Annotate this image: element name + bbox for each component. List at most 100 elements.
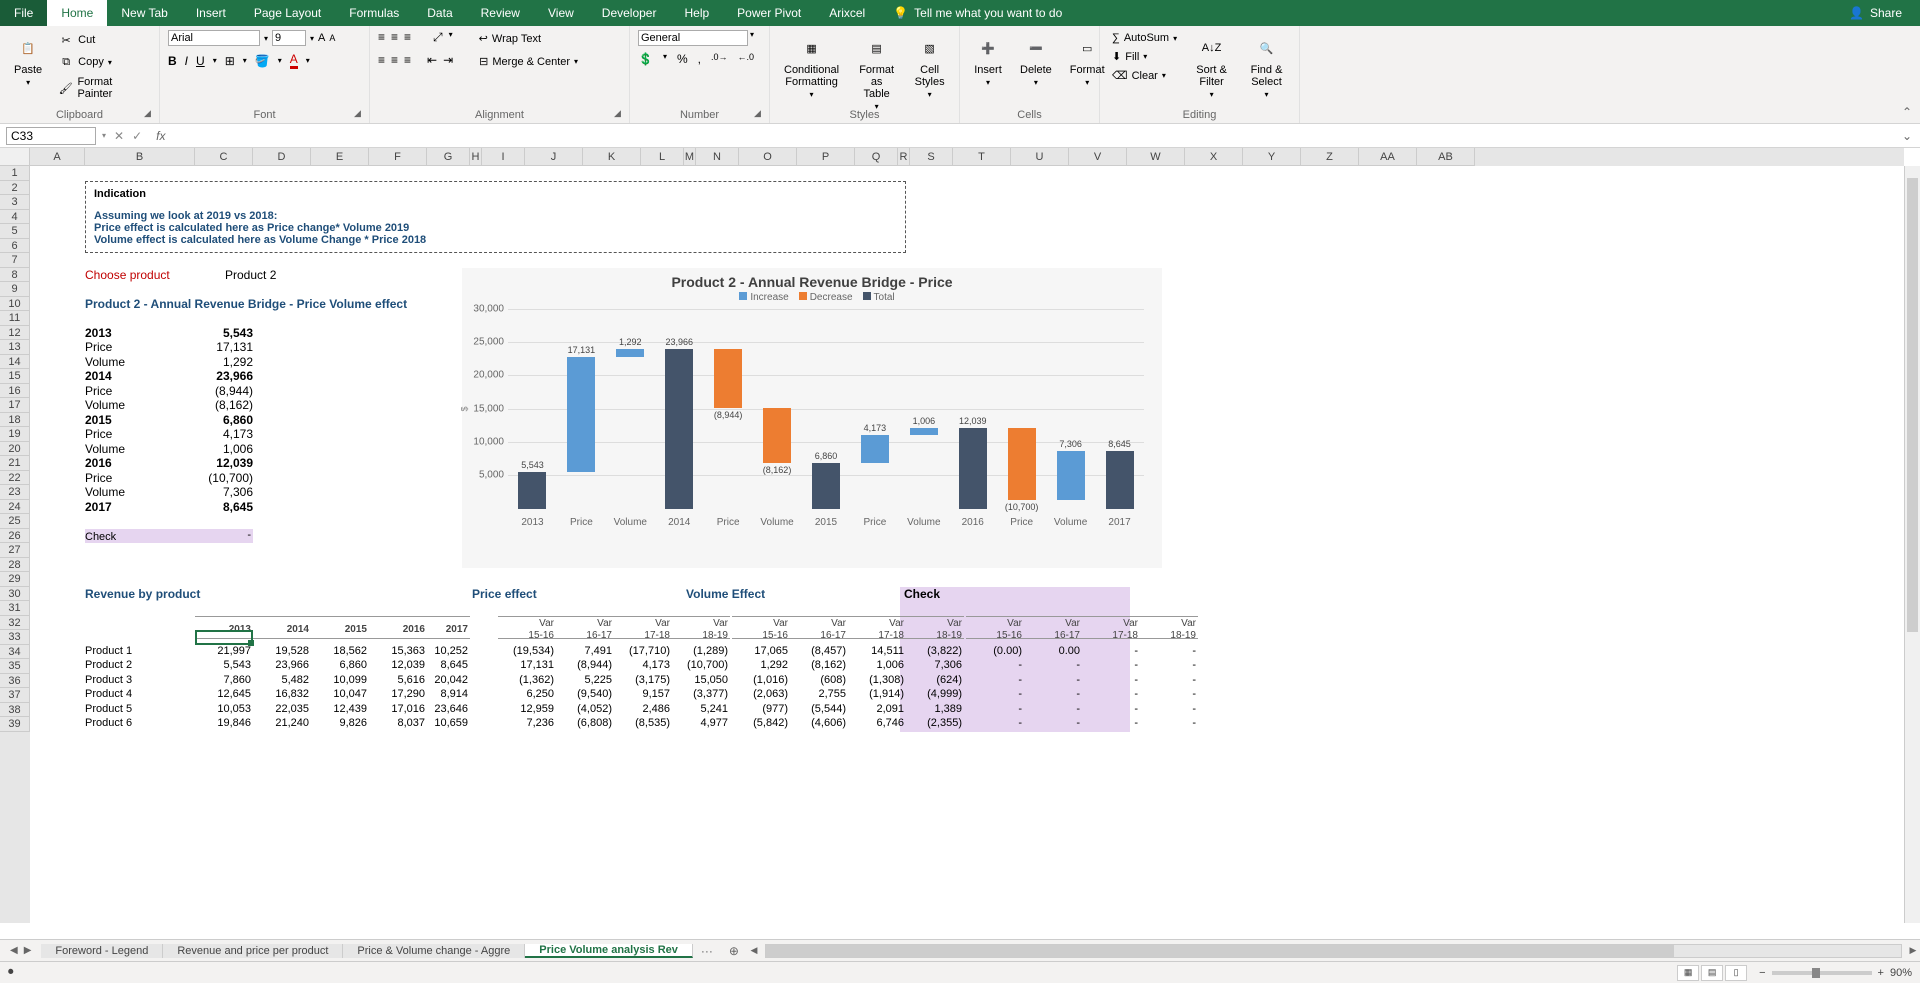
col-header-M[interactable]: M — [684, 148, 696, 166]
row-header-31[interactable]: 31 — [0, 601, 30, 616]
col-header-AA[interactable]: AA — [1359, 148, 1417, 166]
cell-styles-button[interactable]: ▧Cell Styles▾ — [908, 30, 951, 103]
chevron-down-icon[interactable]: ▾ — [750, 30, 754, 46]
row-header-8[interactable]: 8 — [0, 268, 30, 283]
scroll-thumb[interactable] — [1907, 178, 1918, 632]
format-painter-button[interactable]: 🖌Format Painter — [54, 74, 151, 102]
row-header-14[interactable]: 14 — [0, 355, 30, 370]
col-header-R[interactable]: R — [898, 148, 910, 166]
wrap-text-button[interactable]: ↩Wrap Text — [475, 30, 545, 47]
delete-cells-button[interactable]: ➖Delete▾ — [1014, 30, 1058, 91]
tell-me[interactable]: 💡 Tell me what you want to do — [879, 0, 1076, 26]
col-header-Z[interactable]: Z — [1301, 148, 1359, 166]
col-header-D[interactable]: D — [253, 148, 311, 166]
font-color-button[interactable]: A — [290, 52, 298, 69]
align-right-icon[interactable]: ≡ — [404, 53, 411, 70]
fill-button[interactable]: ⬇Fill ▾ — [1108, 48, 1181, 65]
page-layout-view-button[interactable]: ▤ — [1701, 965, 1723, 981]
fx-icon[interactable]: fx — [150, 129, 171, 143]
row-header-21[interactable]: 21 — [0, 456, 30, 471]
sheet-tab[interactable]: Revenue and price per product — [163, 944, 343, 958]
col-header-C[interactable]: C — [195, 148, 253, 166]
bold-button[interactable]: B — [168, 54, 177, 68]
row-header-23[interactable]: 23 — [0, 485, 30, 500]
merge-center-button[interactable]: ⊟Merge & Center ▾ — [475, 53, 582, 70]
font-size-combo[interactable] — [272, 30, 306, 46]
row-header-20[interactable]: 20 — [0, 442, 30, 457]
menu-view[interactable]: View — [534, 0, 588, 26]
zoom-level[interactable]: 90% — [1890, 967, 1912, 979]
insert-cells-button[interactable]: ➕Insert▾ — [968, 30, 1008, 91]
col-header-T[interactable]: T — [953, 148, 1011, 166]
hscroll-right-icon[interactable]: ▶ — [1906, 945, 1920, 956]
col-header-G[interactable]: G — [427, 148, 470, 166]
zoom-slider[interactable] — [1772, 971, 1872, 975]
chevron-down-icon[interactable]: ▾ — [306, 56, 310, 65]
percent-icon[interactable]: % — [677, 52, 688, 66]
tab-prev-icon[interactable]: ◀ — [10, 945, 18, 956]
menu-new-tab[interactable]: New Tab — [107, 0, 181, 26]
sheet-tab[interactable]: Price Volume analysis Rev — [525, 944, 693, 958]
menu-developer[interactable]: Developer — [588, 0, 671, 26]
hscroll-left-icon[interactable]: ◀ — [747, 945, 761, 956]
menu-insert[interactable]: Insert — [182, 0, 240, 26]
col-header-W[interactable]: W — [1127, 148, 1185, 166]
sheet-more-button[interactable]: ··· — [693, 944, 721, 958]
select-all-corner[interactable] — [0, 148, 30, 166]
row-header-2[interactable]: 2 — [0, 181, 30, 196]
menu-page-layout[interactable]: Page Layout — [240, 0, 335, 26]
row-header-38[interactable]: 38 — [0, 703, 30, 718]
new-sheet-button[interactable]: ⊕ — [721, 944, 747, 958]
menu-home[interactable]: Home — [47, 0, 107, 26]
zoom-in-button[interactable]: + — [1878, 967, 1884, 979]
accounting-format-icon[interactable]: 💲 — [638, 52, 653, 66]
column-headers[interactable]: ABCDEFGHIJKLMNOPQRSTUVWXYZAAAB — [30, 148, 1904, 166]
col-header-U[interactable]: U — [1011, 148, 1069, 166]
autosum-button[interactable]: ∑AutoSum ▾ — [1108, 30, 1181, 46]
menu-data[interactable]: Data — [413, 0, 466, 26]
col-header-Q[interactable]: Q — [855, 148, 898, 166]
dialog-launcher-icon[interactable]: ◢ — [144, 108, 156, 120]
row-header-16[interactable]: 16 — [0, 384, 30, 399]
share-button[interactable]: 👤 Share — [1831, 0, 1920, 26]
row-header-7[interactable]: 7 — [0, 253, 30, 268]
row-header-39[interactable]: 39 — [0, 717, 30, 732]
row-header-12[interactable]: 12 — [0, 326, 30, 341]
cancel-formula-icon[interactable]: ✕ — [114, 129, 124, 143]
clear-button[interactable]: ⌫Clear ▾ — [1108, 67, 1181, 84]
zoom-out-button[interactable]: − — [1759, 967, 1765, 979]
conditional-formatting-button[interactable]: ▦Conditional Formatting▾ — [778, 30, 845, 103]
increase-indent-icon[interactable]: ⇥ — [443, 53, 453, 70]
sort-filter-button[interactable]: A↓ZSort & Filter▾ — [1187, 30, 1236, 103]
italic-button[interactable]: I — [185, 54, 188, 68]
menu-file[interactable]: File — [0, 0, 47, 26]
zoom-thumb[interactable] — [1812, 968, 1820, 978]
align-bottom-icon[interactable]: ≡ — [404, 30, 411, 47]
menu-power-pivot[interactable]: Power Pivot — [723, 0, 815, 26]
row-header-17[interactable]: 17 — [0, 398, 30, 413]
row-header-25[interactable]: 25 — [0, 514, 30, 529]
col-header-N[interactable]: N — [696, 148, 739, 166]
chevron-down-icon[interactable]: ▾ — [278, 56, 282, 65]
find-select-button[interactable]: 🔍Find & Select▾ — [1242, 30, 1291, 103]
expand-formula-icon[interactable]: ⌄ — [1894, 129, 1920, 143]
chevron-down-icon[interactable]: ▾ — [663, 52, 667, 66]
align-center-icon[interactable]: ≡ — [391, 53, 398, 70]
row-header-37[interactable]: 37 — [0, 688, 30, 703]
col-header-P[interactable]: P — [797, 148, 855, 166]
col-header-K[interactable]: K — [583, 148, 641, 166]
row-header-28[interactable]: 28 — [0, 558, 30, 573]
normal-view-button[interactable]: ▦ — [1677, 965, 1699, 981]
page-break-view-button[interactable]: ▯ — [1725, 965, 1747, 981]
comma-icon[interactable]: , — [698, 52, 701, 66]
orientation-icon[interactable]: ⤢ — [433, 30, 443, 47]
row-header-19[interactable]: 19 — [0, 427, 30, 442]
vertical-scrollbar[interactable] — [1904, 166, 1920, 923]
waterfall-chart[interactable]: Product 2 - Annual Revenue Bridge - Pric… — [462, 268, 1162, 568]
row-header-6[interactable]: 6 — [0, 239, 30, 254]
dialog-launcher-icon[interactable]: ◢ — [354, 108, 366, 120]
chevron-down-icon[interactable]: ▾ — [243, 56, 247, 65]
formula-input[interactable] — [171, 127, 1893, 145]
row-header-29[interactable]: 29 — [0, 572, 30, 587]
row-header-26[interactable]: 26 — [0, 529, 30, 544]
